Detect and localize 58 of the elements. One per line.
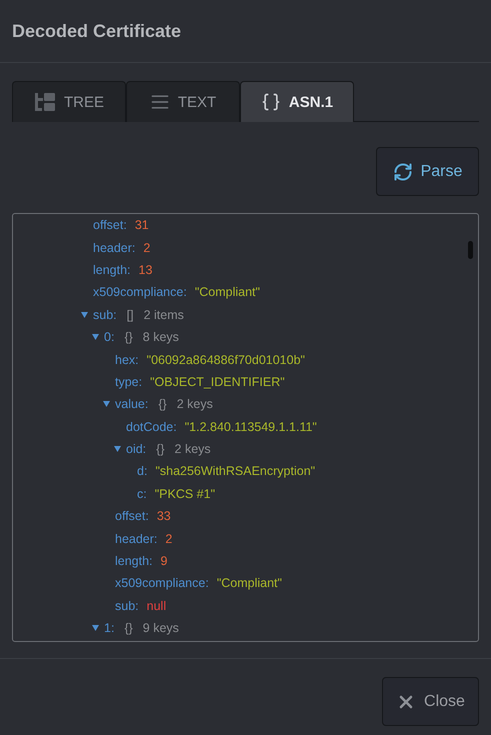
tree-value: 2 <box>165 532 172 546</box>
tree-value: "1.2.840.113549.1.1.11" <box>184 420 317 434</box>
tree-key: hex: <box>115 352 139 367</box>
tree-key: d: <box>137 464 148 478</box>
tree-key: value: <box>115 397 148 412</box>
bracket-symbol: [] <box>126 308 134 322</box>
tree-value: "Compliant" <box>216 576 282 590</box>
parse-button[interactable]: Parse <box>376 147 479 196</box>
bracket-symbol: {} <box>158 397 167 412</box>
tree-key: header: <box>115 532 158 546</box>
tree-key: oid: <box>126 442 146 456</box>
item-count: 9 keys <box>142 621 179 636</box>
tree-key: 1: <box>104 621 114 636</box>
tree-key: sub: <box>93 308 117 322</box>
tree-value: "PKCS #1" <box>154 486 216 501</box>
tree-key: length: <box>93 262 131 277</box>
tree-value: "Compliant" <box>194 285 260 300</box>
item-count: 2 items <box>144 308 184 322</box>
braces-icon <box>260 92 281 112</box>
expand-arrow-icon[interactable] <box>114 446 121 452</box>
tree-value: null <box>146 598 166 613</box>
tree-key: c: <box>137 486 147 501</box>
refresh-icon <box>392 162 413 182</box>
tree-value: 33 <box>156 509 171 524</box>
close-button[interactable]: Close <box>382 677 479 726</box>
tree-key: offset: <box>115 509 149 524</box>
tree-value: 13 <box>138 262 152 277</box>
tree-key: type: <box>115 374 142 389</box>
expand-arrow-icon[interactable] <box>92 625 99 632</box>
expand-arrow-icon[interactable] <box>103 401 110 408</box>
tree-key: offset: <box>93 218 127 232</box>
tree-key: length: <box>115 554 153 568</box>
expand-arrow-icon[interactable] <box>81 312 88 318</box>
tree-key: 0: <box>104 330 114 344</box>
item-count: 2 keys <box>174 442 211 456</box>
dialog-title: Decoded Certificate <box>12 20 182 42</box>
item-count: 8 keys <box>142 330 179 344</box>
tree-value: "sha256WithRSAEncryption" <box>155 464 316 478</box>
tree-icon <box>34 92 56 112</box>
bracket-symbol: {} <box>124 330 133 344</box>
bracket-symbol: {} <box>156 442 165 456</box>
tree-value: 2 <box>143 240 150 255</box>
tree-key: x509compliance: <box>115 576 209 590</box>
view-tab[interactable]: TEXT <box>126 81 240 122</box>
tree-value: 31 <box>134 218 149 232</box>
bracket-symbol: {} <box>124 621 133 636</box>
view-tab[interactable]: ASN.1 <box>240 81 354 122</box>
tree-key: x509compliance: <box>93 285 187 300</box>
tree-key: dotCode: <box>126 420 177 434</box>
tree-value: "OBJECT_IDENTIFIER" <box>150 374 285 389</box>
item-count: 2 keys <box>176 397 213 412</box>
tree-value: 9 <box>160 554 168 568</box>
tree-key: header: <box>93 240 136 255</box>
view-tab[interactable]: TREE <box>12 81 126 122</box>
tree-key: sub: <box>115 598 139 613</box>
scrollbar-thumb[interactable] <box>468 241 473 259</box>
expand-arrow-icon[interactable] <box>92 334 99 340</box>
tree-value: "06092a864886f70d01010b" <box>146 352 305 367</box>
